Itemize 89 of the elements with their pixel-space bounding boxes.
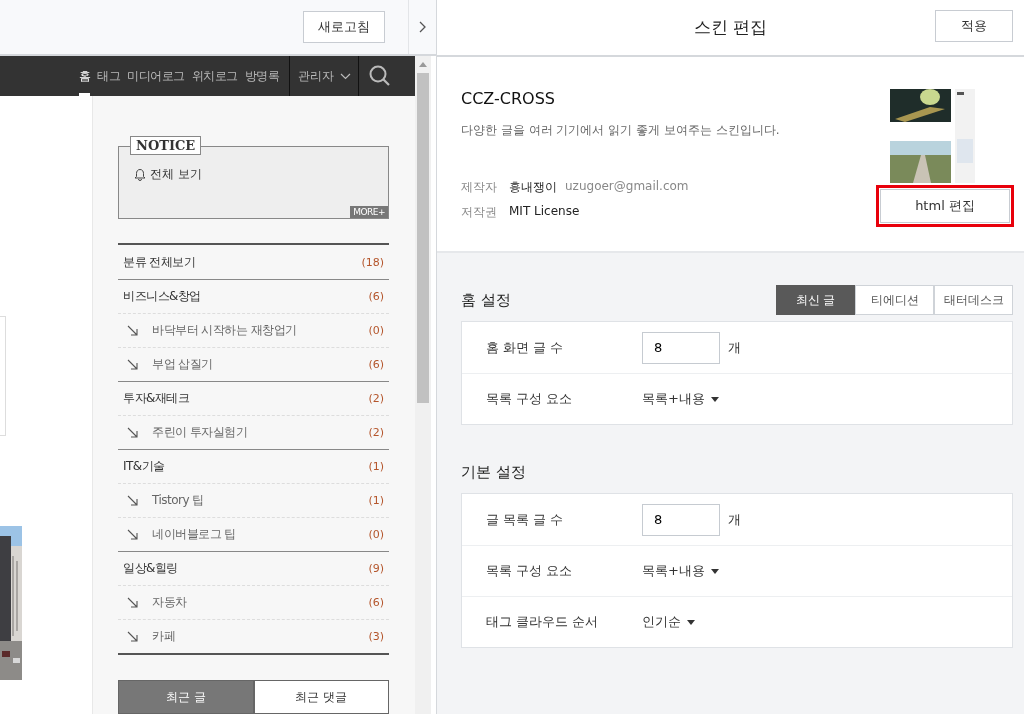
- nav-link[interactable]: 미디어로그: [127, 56, 185, 96]
- arrow-icon: [127, 427, 138, 438]
- post-count: (0): [368, 528, 384, 541]
- setting-label: 글 목록 글 수: [486, 510, 565, 529]
- unit-label: 개: [728, 338, 741, 357]
- caret-icon: [710, 568, 719, 574]
- caret-icon: [710, 396, 719, 402]
- arrow-icon: [127, 359, 138, 370]
- post-count: (1): [368, 494, 384, 507]
- panel-title: 스킨 편집: [693, 16, 768, 39]
- subcategory-item[interactable]: 부업 삽질기 (6): [118, 347, 389, 381]
- unit-label: 개: [728, 510, 741, 529]
- meta-label: 제작자: [461, 179, 498, 196]
- nav-link[interactable]: 방명록: [244, 56, 279, 96]
- tab[interactable]: 최근 글: [118, 680, 254, 714]
- author-email: uzugoer@gmail.com: [565, 179, 689, 195]
- refresh-button[interactable]: 새로고침: [303, 11, 385, 43]
- apply-button[interactable]: 적용: [935, 10, 1013, 42]
- setting-label: 목록 구성 요소: [486, 390, 574, 408]
- arrow-icon: [127, 631, 138, 642]
- category-name: 바닥부터 시작하는 재창업기: [152, 322, 298, 339]
- subcategory-item[interactable]: 카페 (3): [118, 619, 389, 653]
- setting-label: 태그 클라우드 순서: [486, 613, 600, 631]
- section-title: 기본 설정: [461, 462, 526, 482]
- dropdown[interactable]: 목록+내용: [642, 390, 719, 408]
- arrow-icon: [127, 495, 138, 506]
- category-item[interactable]: IT&기술 (1): [118, 449, 389, 483]
- subcategory-item[interactable]: 주린이 투자실험기 (2): [118, 415, 389, 449]
- category-item[interactable]: 비즈니스&창업 (6): [118, 279, 389, 313]
- notice-link[interactable]: 전체 보기: [134, 166, 202, 183]
- setting-label: 목록 구성 요소: [486, 562, 574, 580]
- bell-icon: [134, 168, 146, 181]
- category-name: 네이버블로그 팁: [152, 526, 237, 543]
- category-item[interactable]: 일상&힐링 (9): [118, 551, 389, 585]
- arrow-icon: [127, 597, 138, 608]
- category-name: 자동차: [152, 594, 188, 611]
- dropdown[interactable]: 인기순: [642, 613, 695, 631]
- author-name: 흉내쟁이: [509, 179, 557, 196]
- subcategory-item[interactable]: 네이버블로그 팁 (0): [118, 517, 389, 551]
- post-count: (6): [368, 596, 384, 609]
- category-name: 일상&힐링: [123, 560, 179, 577]
- meta-label: 저작권: [461, 204, 498, 221]
- section-title: 홈 설정: [461, 290, 511, 310]
- post-count: (9): [368, 562, 384, 575]
- tab[interactable]: 최신 글: [776, 285, 855, 315]
- nav-link[interactable]: 위치로그: [191, 56, 238, 96]
- category-name: 주린이 투자실험기: [152, 424, 249, 441]
- subcategory-item[interactable]: 바닥부터 시작하는 재창업기 (0): [118, 313, 389, 347]
- scrollbar[interactable]: [415, 56, 431, 714]
- category-name: 분류 전체보기: [123, 253, 197, 271]
- number-field[interactable]: 8: [642, 331, 720, 364]
- search-icon[interactable]: [369, 65, 391, 87]
- post-count: (6): [368, 358, 384, 371]
- chevron-right-icon: [418, 21, 427, 33]
- category-item[interactable]: 투자&재테크 (2): [118, 381, 389, 415]
- category-name: Tistory 팁: [152, 492, 205, 509]
- dropdown[interactable]: 목록+내용: [642, 562, 719, 580]
- tab[interactable]: 티에디션: [855, 285, 934, 315]
- skin-name: CCZ-CROSS: [461, 89, 556, 108]
- post-count: (3): [368, 630, 384, 643]
- post-count: (1): [368, 460, 384, 473]
- scroll-up-icon[interactable]: [419, 62, 427, 67]
- subcategory-item[interactable]: Tistory 팁 (1): [118, 483, 389, 517]
- category-name: IT&기술: [123, 458, 166, 475]
- arrow-icon: [127, 325, 138, 336]
- license-text: MIT License: [509, 204, 580, 220]
- category-item[interactable]: 분류 전체보기 (18): [118, 245, 389, 279]
- tab[interactable]: 태터데스크: [934, 285, 1013, 315]
- number-field[interactable]: 8: [642, 503, 720, 536]
- post-count: (0): [368, 324, 384, 337]
- more-link[interactable]: MORE+: [350, 206, 388, 218]
- post-count: (6): [368, 290, 384, 303]
- arrow-icon: [127, 529, 138, 540]
- post-count: (2): [368, 392, 384, 405]
- category-name: 부업 삽질기: [152, 356, 214, 373]
- tab[interactable]: 최근 댓글: [253, 680, 389, 714]
- caret-icon: [687, 619, 695, 625]
- category-name: 비즈니스&창업: [123, 288, 202, 305]
- category-name: 카페: [152, 628, 176, 645]
- subcategory-item[interactable]: 자동차 (6): [118, 585, 389, 619]
- notice-title: NOTICE: [130, 136, 202, 155]
- setting-label: 홈 화면 글 수: [486, 338, 565, 357]
- post-count: (18): [361, 255, 384, 269]
- post-count: (2): [368, 426, 384, 439]
- nav-link[interactable]: 태그: [97, 56, 120, 96]
- chevron-down-icon: [339, 72, 351, 80]
- skin-description: 다양한 글을 여러 기기에서 읽기 좋게 보여주는 스킨입니다.: [461, 122, 781, 139]
- html-edit-button[interactable]: html 편집: [880, 189, 1010, 223]
- category-name: 투자&재테크: [123, 390, 191, 407]
